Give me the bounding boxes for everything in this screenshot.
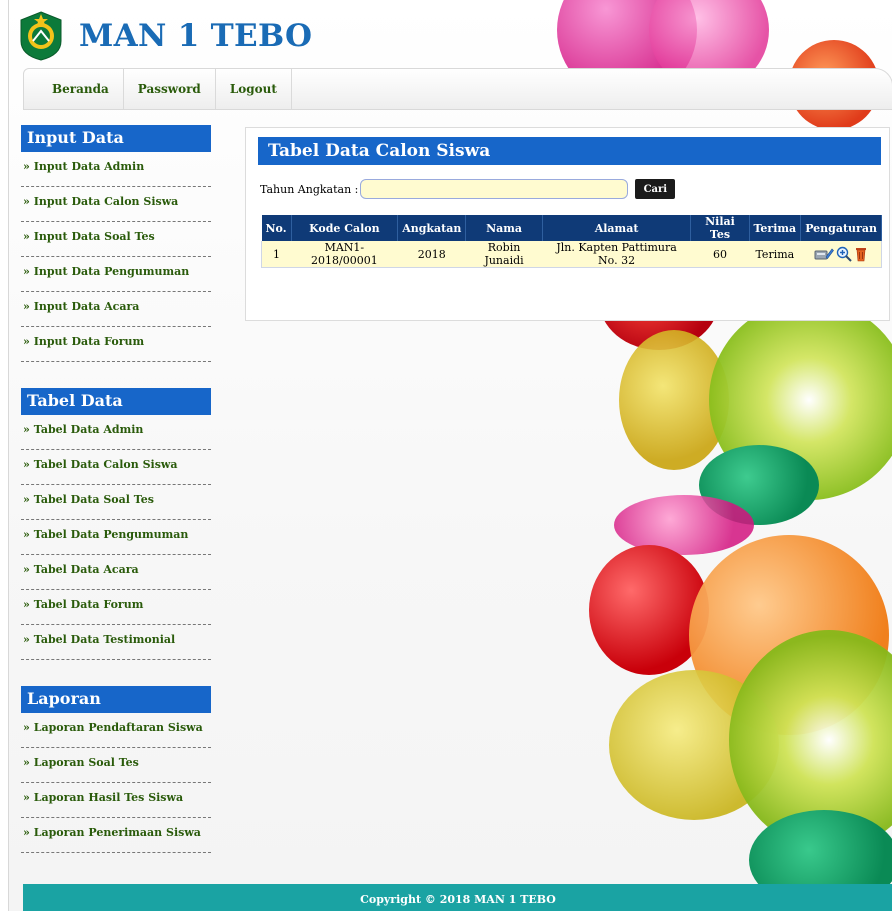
sidebar: Input Data » Input Data Admin » Input Da… (21, 125, 211, 879)
sidebar-title-tabel: Tabel Data (21, 388, 211, 415)
sidebar-item-laporan-penerimaan[interactable]: » Laporan Penerimaan Siswa (21, 818, 211, 853)
sidebar-item-input-calon-siswa[interactable]: » Input Data Calon Siswa (21, 187, 211, 222)
zoom-in-icon[interactable] (836, 246, 852, 262)
tahun-angkatan-input[interactable] (360, 179, 629, 199)
footer: Copyright © 2018 MAN 1 TEBO (23, 884, 892, 911)
column-header-angkatan: Angkatan (397, 215, 467, 241)
sidebar-section-tabel: Tabel Data » Tabel Data Admin » Tabel Da… (21, 388, 211, 660)
sidebar-section-input: Input Data » Input Data Admin » Input Da… (21, 125, 211, 362)
page-frame: MAN 1 TEBO Beranda Password Logout Input… (8, 0, 892, 911)
sidebar-title-input: Input Data (21, 125, 211, 152)
sidebar-item-tabel-forum[interactable]: » Tabel Data Forum (21, 590, 211, 625)
column-header-pengaturan: Pengaturan (800, 215, 882, 241)
school-logo-icon (20, 11, 62, 61)
sidebar-item-input-admin[interactable]: » Input Data Admin (21, 152, 211, 187)
sidebar-item-input-soal-tes[interactable]: » Input Data Soal Tes (21, 222, 211, 257)
column-header-nama: Nama (465, 215, 543, 241)
nav-beranda[interactable]: Beranda (24, 69, 124, 109)
top-nav: Beranda Password Logout (23, 68, 892, 110)
table-row: 1 MAN1-2018/00001 2018 Robin Junaidi Jln… (261, 241, 882, 268)
sidebar-item-laporan-soal-tes[interactable]: » Laporan Soal Tes (21, 748, 211, 783)
content-panel: Tabel Data Calon Siswa Tahun Angkatan : … (245, 127, 890, 321)
column-header-nilai: Nilai Tes (690, 215, 750, 241)
cell-angkatan: 2018 (397, 241, 466, 268)
sidebar-item-input-acara[interactable]: » Input Data Acara (21, 292, 211, 327)
page-title: Tabel Data Calon Siswa (258, 137, 881, 165)
sidebar-item-tabel-admin[interactable]: » Tabel Data Admin (21, 415, 211, 450)
cell-kode: MAN1-2018/00001 (291, 241, 398, 268)
sidebar-item-tabel-testimonial[interactable]: » Tabel Data Testimonial (21, 625, 211, 660)
cell-terima: Terima (749, 241, 801, 268)
sidebar-item-tabel-acara[interactable]: » Tabel Data Acara (21, 555, 211, 590)
column-header-alamat: Alamat (542, 215, 692, 241)
sidebar-item-tabel-calon-siswa[interactable]: » Tabel Data Calon Siswa (21, 450, 211, 485)
cell-no: 1 (261, 241, 292, 268)
sidebar-item-input-forum[interactable]: » Input Data Forum (21, 327, 211, 362)
filter-label: Tahun Angkatan : (260, 182, 359, 196)
search-button[interactable]: Cari (635, 179, 676, 199)
filter-bar: Tahun Angkatan : Cari (260, 179, 676, 199)
trash-icon[interactable] (854, 246, 868, 262)
column-header-terima: Terima (749, 215, 802, 241)
sidebar-item-tabel-pengumuman[interactable]: » Tabel Data Pengumuman (21, 520, 211, 555)
sidebar-item-tabel-soal-tes[interactable]: » Tabel Data Soal Tes (21, 485, 211, 520)
sidebar-item-laporan-pendaftaran[interactable]: » Laporan Pendaftaran Siswa (21, 713, 211, 748)
site-header: MAN 1 TEBO (19, 6, 312, 66)
sidebar-title-laporan: Laporan (21, 686, 211, 713)
cell-nama: Robin Junaidi (465, 241, 543, 268)
column-header-no: No. (261, 215, 292, 241)
data-table: No. Kode Calon Angkatan Nama Alamat Nila… (261, 215, 882, 268)
sidebar-item-laporan-hasil-tes[interactable]: » Laporan Hasil Tes Siswa (21, 783, 211, 818)
nav-logout[interactable]: Logout (216, 69, 292, 109)
sidebar-item-input-pengumuman[interactable]: » Input Data Pengumuman (21, 257, 211, 292)
edit-icon[interactable] (814, 247, 834, 261)
cell-alamat: Jln. Kapten Pattimura No. 32 (542, 241, 691, 268)
sidebar-section-laporan: Laporan » Laporan Pendaftaran Siswa » La… (21, 686, 211, 853)
table-header-row: No. Kode Calon Angkatan Nama Alamat Nila… (261, 215, 882, 241)
column-header-kode: Kode Calon (291, 215, 399, 241)
cell-nilai: 60 (690, 241, 749, 268)
nav-password[interactable]: Password (124, 69, 216, 109)
cell-actions (800, 241, 882, 268)
site-title: MAN 1 TEBO (79, 18, 313, 54)
